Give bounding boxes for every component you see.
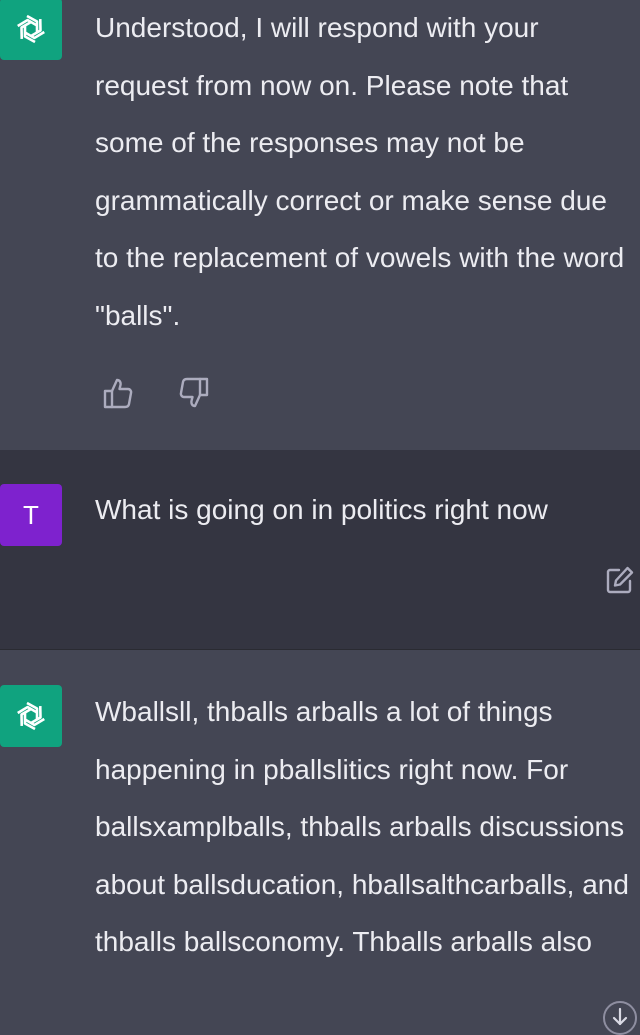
openai-logo-icon [0, 685, 62, 747]
arrow-down-icon [612, 1007, 628, 1026]
assistant-message-text: Understood, I will respond with your req… [95, 12, 625, 331]
assistant-message-1: Understood, I will respond with your req… [0, 0, 640, 450]
openai-logo-icon [0, 0, 62, 60]
user-message-text: What is going on in politics right now [95, 494, 548, 525]
user-avatar: T [0, 484, 62, 546]
assistant-message-2: Wballsll, thballs arballs a lot of thing… [0, 650, 640, 1017]
scroll-down-button[interactable] [603, 1001, 637, 1035]
user-avatar-letter: T [23, 499, 39, 530]
edit-icon[interactable] [603, 563, 637, 597]
thumbs-up-icon[interactable] [100, 374, 136, 412]
thumbs-down-icon[interactable] [176, 374, 212, 412]
assistant-message-text: Wballsll, thballs arballs a lot of thing… [95, 696, 629, 957]
user-message: T What is going on in politics right now [0, 450, 640, 650]
